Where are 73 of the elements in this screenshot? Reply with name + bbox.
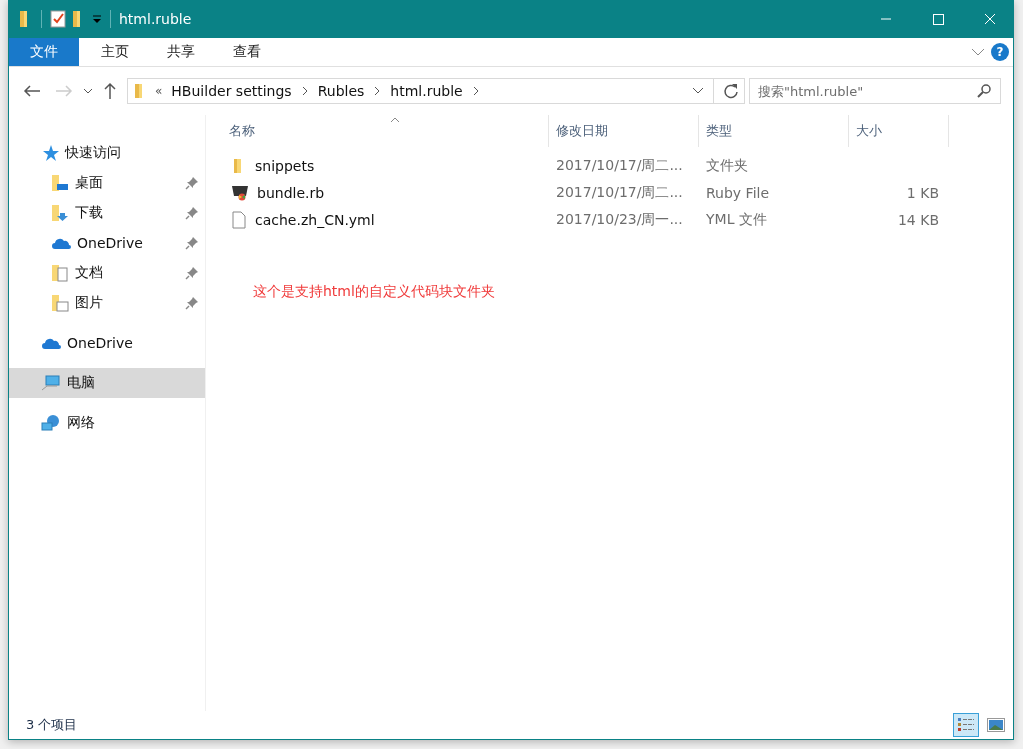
pin-icon[interactable] — [185, 176, 199, 190]
chevron-down-icon[interactable] — [83, 87, 93, 95]
breadcrumb[interactable]: HBuilder settings — [171, 83, 292, 99]
sidebar-item[interactable]: OneDrive — [9, 328, 205, 358]
breadcrumb[interactable]: Rubles — [317, 83, 365, 99]
ribbon-tab[interactable]: 查看 — [217, 38, 277, 66]
breadcrumb[interactable]: html.ruble — [390, 83, 463, 99]
search-icon[interactable] — [977, 84, 991, 98]
properties-icon[interactable] — [50, 10, 66, 28]
type-cell-text: Ruby File — [705, 184, 771, 201]
landscape-picture-icon — [987, 718, 1005, 732]
file-row[interactable]: cache.zh_CN.yml 2017/10/23/周一... YML 文件 14 KB — [222, 206, 1013, 233]
sidebar-item[interactable]: 电脑 — [9, 368, 205, 398]
pin-icon[interactable] — [185, 296, 199, 310]
size-cell: 14 KB — [897, 211, 939, 228]
file-name: snippets — [255, 157, 315, 174]
type-cell-text: YML 文件 — [705, 210, 768, 229]
refresh-icon[interactable] — [723, 83, 739, 99]
date-cell-text: 2017/10/23/周一... — [555, 210, 684, 229]
script-file-icon — [231, 184, 249, 201]
sidebar-item[interactable]: 网络 — [9, 408, 205, 438]
date-cell-text: 2017/10/17/周二... — [555, 183, 684, 202]
file-row[interactable]: bundle.rb 2017/10/17/周二... Ruby File 1 KB — [222, 179, 1013, 206]
column-header[interactable]: 名称 — [222, 115, 549, 147]
column-header[interactable]: 修改日期 — [549, 115, 699, 147]
details-list-icon — [957, 717, 975, 733]
sort-caret-icon — [390, 117, 400, 123]
folder-picture-icon — [51, 294, 69, 312]
window-title: html.ruble — [119, 11, 192, 27]
file-icon — [231, 210, 247, 229]
ribbon-tab[interactable]: 文件 — [9, 38, 79, 66]
chevron-right-icon[interactable] — [300, 86, 309, 96]
size-cell: 1 KB — [906, 184, 939, 201]
ribbon-tab[interactable]: 主页 — [85, 38, 145, 66]
annotation-text: 这个是支持html的自定义代码块文件夹 — [253, 283, 495, 301]
sidebar-item[interactable]: 快速访问 — [9, 138, 205, 168]
file-row[interactable]: snippets 2017/10/17/周二... 文件夹 — [222, 152, 1013, 179]
folder-document-icon — [51, 264, 69, 282]
sidebar-item[interactable]: 文档 — [9, 258, 205, 288]
back-arrow-icon[interactable] — [23, 84, 41, 98]
pin-icon[interactable] — [185, 206, 199, 220]
pin-icon[interactable] — [185, 266, 199, 280]
ribbon-tab[interactable]: 共享 — [151, 38, 211, 66]
column-header[interactable]: 大小 — [849, 115, 949, 147]
cloud-icon — [51, 236, 71, 250]
date-cell-text: 2017/10/17/周二... — [555, 156, 684, 175]
search-field[interactable]: 搜索"html.ruble" — [749, 78, 1001, 104]
pin-icon[interactable] — [185, 236, 199, 250]
folder-download-icon — [51, 204, 69, 222]
chevron-down-icon[interactable] — [971, 47, 985, 57]
network-icon — [41, 414, 61, 432]
column-header[interactable]: 类型 — [699, 115, 849, 147]
file-name: cache.zh_CN.yml — [255, 211, 375, 228]
chevron-right-icon[interactable] — [373, 86, 382, 96]
up-arrow-icon[interactable] — [103, 82, 117, 100]
dropdown-icon[interactable] — [92, 14, 102, 24]
chevron-right-icon[interactable] — [471, 86, 480, 96]
help-button[interactable]: ? — [991, 43, 1009, 61]
file-name: bundle.rb — [257, 184, 325, 201]
item-count: 3 个项目 — [26, 716, 78, 734]
star-icon — [41, 144, 59, 162]
overflow-marker[interactable]: « — [155, 84, 163, 98]
address-bar[interactable]: « HBuilder settings Rubles html.ruble — [127, 78, 745, 104]
computer-icon — [41, 375, 61, 391]
sidebar-item[interactable]: 下载 — [9, 198, 205, 228]
details-view-button[interactable] — [953, 713, 979, 737]
cloud-icon — [41, 336, 61, 350]
folder-desktop-icon — [51, 174, 69, 192]
sidebar-item[interactable]: 桌面 — [9, 168, 205, 198]
chevron-down-icon[interactable] — [692, 87, 704, 95]
sidebar-item[interactable]: OneDrive — [9, 228, 205, 258]
sidebar-item[interactable]: 图片 — [9, 288, 205, 318]
type-cell-text: 文件夹 — [705, 156, 749, 175]
